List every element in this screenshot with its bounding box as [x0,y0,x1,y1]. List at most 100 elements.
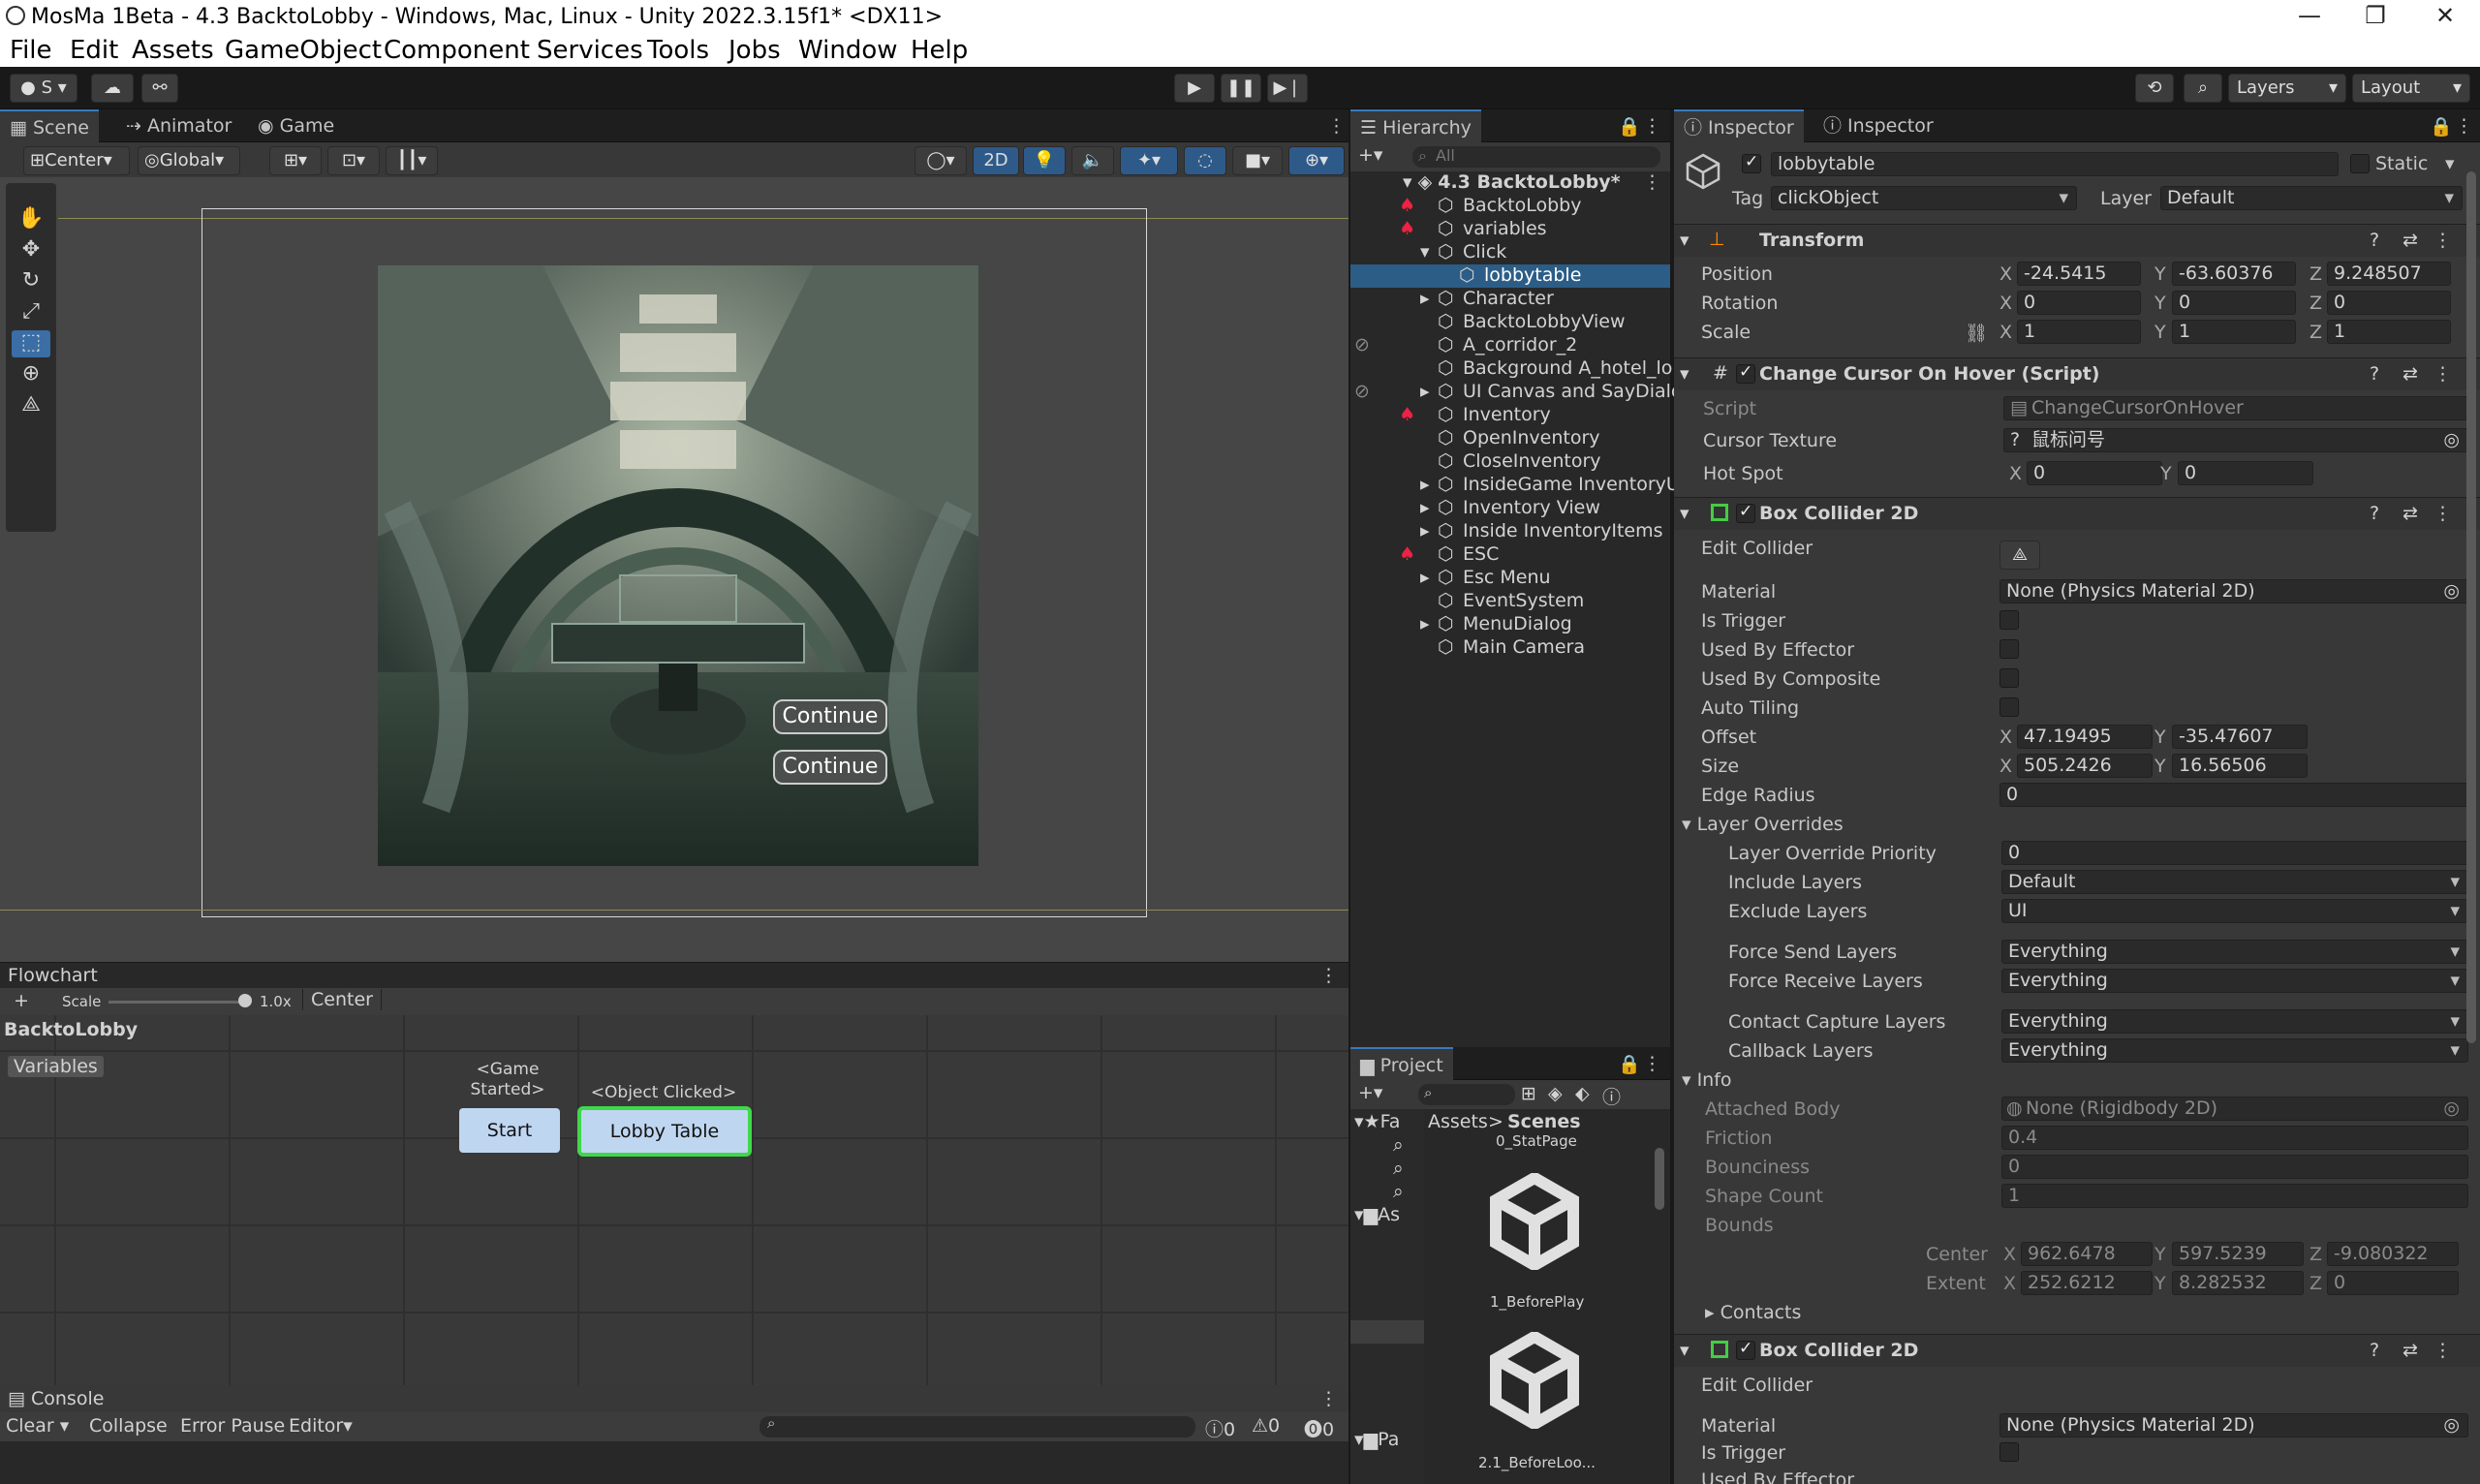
menu-assets[interactable]: Assets [132,36,214,65]
scale-x-field[interactable]: 1 [2017,320,2141,344]
lock-icon[interactable]: 🔒 [1618,1053,1641,1075]
presets-icon[interactable]: ⇄ [2402,503,2418,524]
hierarchy-item[interactable]: ▸ ⬡ Inventory View [1350,497,1670,520]
tab-scene[interactable]: ▦ Scene [0,109,99,142]
hierarchy-item[interactable]: ▸ ⬡ InsideGame InventoryUI [1350,474,1685,497]
move-tool-icon[interactable]: ✥ [12,237,50,264]
callback-layers-dropdown[interactable]: Everything [2001,1038,2468,1063]
console-more-icon[interactable]: ⋮ [1319,1388,1338,1409]
packages-folder[interactable]: ▾▆Pa [1354,1429,1399,1450]
object-name-input[interactable]: lobbytable [1771,152,2339,176]
inspector-more-icon[interactable]: ⋮ [2455,115,2473,137]
step-button[interactable]: ▶❘ [1267,74,1308,103]
hierarchy-item[interactable]: ▸ ⬡ Inside InventoryItems [1350,520,1670,543]
hierarchy-search-input[interactable]: ⌕ All [1412,146,1660,168]
transform-header[interactable]: ▾ ⊥ Transform ? ⇄ ⋮ [1674,224,2480,257]
hierarchy-item[interactable]: ▸ ⬡ MenuDialog [1350,613,1670,636]
layer-overrides-foldout[interactable]: ▾ Layer Overrides [1682,814,1844,835]
tag-dropdown[interactable]: clickObject [1771,186,2077,210]
offset-y-field[interactable]: -35.47607 [2172,725,2308,749]
expand-arrow-icon[interactable]: ▸ [1420,520,1430,541]
custom-tool-icon[interactable]: ⟁ [12,392,50,419]
layer-override-priority-field[interactable]: 0 [2001,841,2468,865]
asset-label[interactable]: 1_BeforePlay [1490,1293,1584,1311]
error-pause-button[interactable]: Error Pause [180,1415,285,1437]
pause-button[interactable]: ❚❚ [1221,74,1261,103]
rotate-tool-icon[interactable]: ↻ [12,268,50,295]
presets-icon[interactable]: ⇄ [2402,230,2418,251]
include-layers-dropdown[interactable]: Default [2001,870,2468,894]
project-search-input[interactable]: ⌕ [1418,1084,1515,1105]
auto-tiling-checkbox[interactable] [2000,697,2019,717]
menu-window[interactable]: Window [798,36,898,65]
menu-file[interactable]: File [10,36,52,65]
static-checkbox[interactable] [2350,154,2370,173]
camera-icon[interactable]: ■▾ [1232,146,1283,175]
constrain-proportions-icon[interactable]: ⛓ [1965,322,1988,344]
layout-dropdown[interactable]: Layout ▾ [2352,74,2470,103]
hierarchy-item[interactable]: ⬡ CloseInventory [1350,450,1670,474]
lighting-icon[interactable]: 💡 [1023,146,1066,175]
box-collider-2-header[interactable]: ▾ Box Collider 2D ? ⇄ ⋮ [1674,1334,2480,1367]
flowchart-add-button[interactable]: + [14,990,29,1011]
tab-project[interactable]: ▆ Project [1350,1047,1453,1080]
tab-hierarchy[interactable]: ☰ Hierarchy [1350,109,1481,142]
clear-button[interactable]: Clear ▾ [6,1415,69,1437]
component-menu-icon[interactable]: ⋮ [2434,1340,2452,1361]
help-icon[interactable]: ? [2370,503,2379,524]
transform-tool-icon[interactable]: ⊕ [12,361,50,388]
help-icon[interactable]: ? [2370,1340,2379,1361]
filter-label-icon[interactable]: ◈ [1548,1083,1563,1104]
edit-collider-button[interactable]: ⟁ [2000,541,2040,570]
search-icon[interactable]: ⌕ [1393,1134,1404,1156]
exclude-layers-dropdown[interactable]: UI [2001,899,2468,923]
collider-2-enabled-checkbox[interactable] [1736,1339,1755,1360]
warning-filter-icon[interactable]: ⓘ [1602,1083,1621,1109]
console-search-input[interactable]: ⌕ [760,1414,1195,1438]
menu-gameobject[interactable]: GameObject [225,36,382,65]
used-by-effector-checkbox[interactable] [2000,639,2019,659]
hierarchy-more-icon[interactable]: ⋮ [1643,115,1661,137]
flowchart-more-icon[interactable]: ⋮ [1319,965,1338,986]
collapse-button[interactable]: Collapse [89,1415,168,1437]
hierarchy-item[interactable]: ⬡ EventSystem [1350,590,1670,613]
edge-radius-field[interactable]: 0 [2000,783,2468,807]
expand-arrow-icon[interactable]: ▸ [1420,497,1430,518]
component-menu-icon[interactable]: ⋮ [2434,503,2452,524]
search-icon[interactable]: ⌕ [2184,74,2222,103]
hierarchy-add-button[interactable]: +▾ [1358,144,1382,166]
material-2-field[interactable]: None (Physics Material 2D) ◎ [2000,1413,2468,1438]
force-send-layers-dropdown[interactable]: Everything [2001,940,2468,964]
filter-type-icon[interactable]: ⊞ [1521,1083,1536,1104]
presets-icon[interactable]: ⇄ [2402,1340,2418,1361]
cloud-icon[interactable]: ☁ [91,74,134,103]
continue-button-1[interactable]: Continue [773,699,887,734]
position-z-field[interactable]: 9.248507 [2327,262,2451,286]
hierarchy-scene-row[interactable]: ▾ ◈ 4.3 BacktoLobby* ⋮ [1350,171,1670,195]
cursor-texture-field[interactable]: ? 鼠标问号 ◎ [2003,428,2468,452]
assets-folder[interactable]: ▾▆As [1354,1204,1400,1225]
help-icon[interactable]: ? [2370,230,2379,251]
expand-arrow-icon[interactable]: ▾ [1420,241,1430,263]
hierarchy-item[interactable]: ⊘ ⬡ A_corridor_2 [1350,334,1670,357]
layers-dropdown[interactable]: Layers ▾ [2228,74,2346,103]
scale-z-field[interactable]: 1 [2327,320,2451,344]
hierarchy-item[interactable]: ⬡ Main Camera [1350,636,1670,660]
hierarchy-item[interactable]: ⬡ Background A_hotel_lob [1350,357,1684,381]
is-trigger-checkbox[interactable] [2000,610,2019,630]
gizmos-icon[interactable]: ⊕▾ [1288,146,1345,175]
offset-x-field[interactable]: 47.19495 [2017,725,2153,749]
snap-increment-icon[interactable]: ⊡▾ [327,146,380,175]
maximize-button[interactable]: ❐ [2356,2,2395,29]
component-menu-icon[interactable]: ⋮ [2434,363,2452,385]
rotation-x-field[interactable]: 0 [2017,291,2141,315]
rect-tool-icon[interactable]: ⬚ [12,330,50,357]
menu-component[interactable]: Component [384,36,530,65]
lobby-table-block[interactable]: Lobby Table [577,1106,752,1157]
unity-scene-asset-icon[interactable] [1486,1171,1583,1272]
info-count[interactable]: ⓘ0 [1205,1415,1235,1441]
component-menu-icon[interactable]: ⋮ [2434,230,2452,251]
position-y-field[interactable]: -63.60376 [2172,262,2296,286]
hotspot-y-field[interactable]: 0 [2178,461,2313,485]
inspector-scrollbar[interactable] [2466,171,2476,1043]
